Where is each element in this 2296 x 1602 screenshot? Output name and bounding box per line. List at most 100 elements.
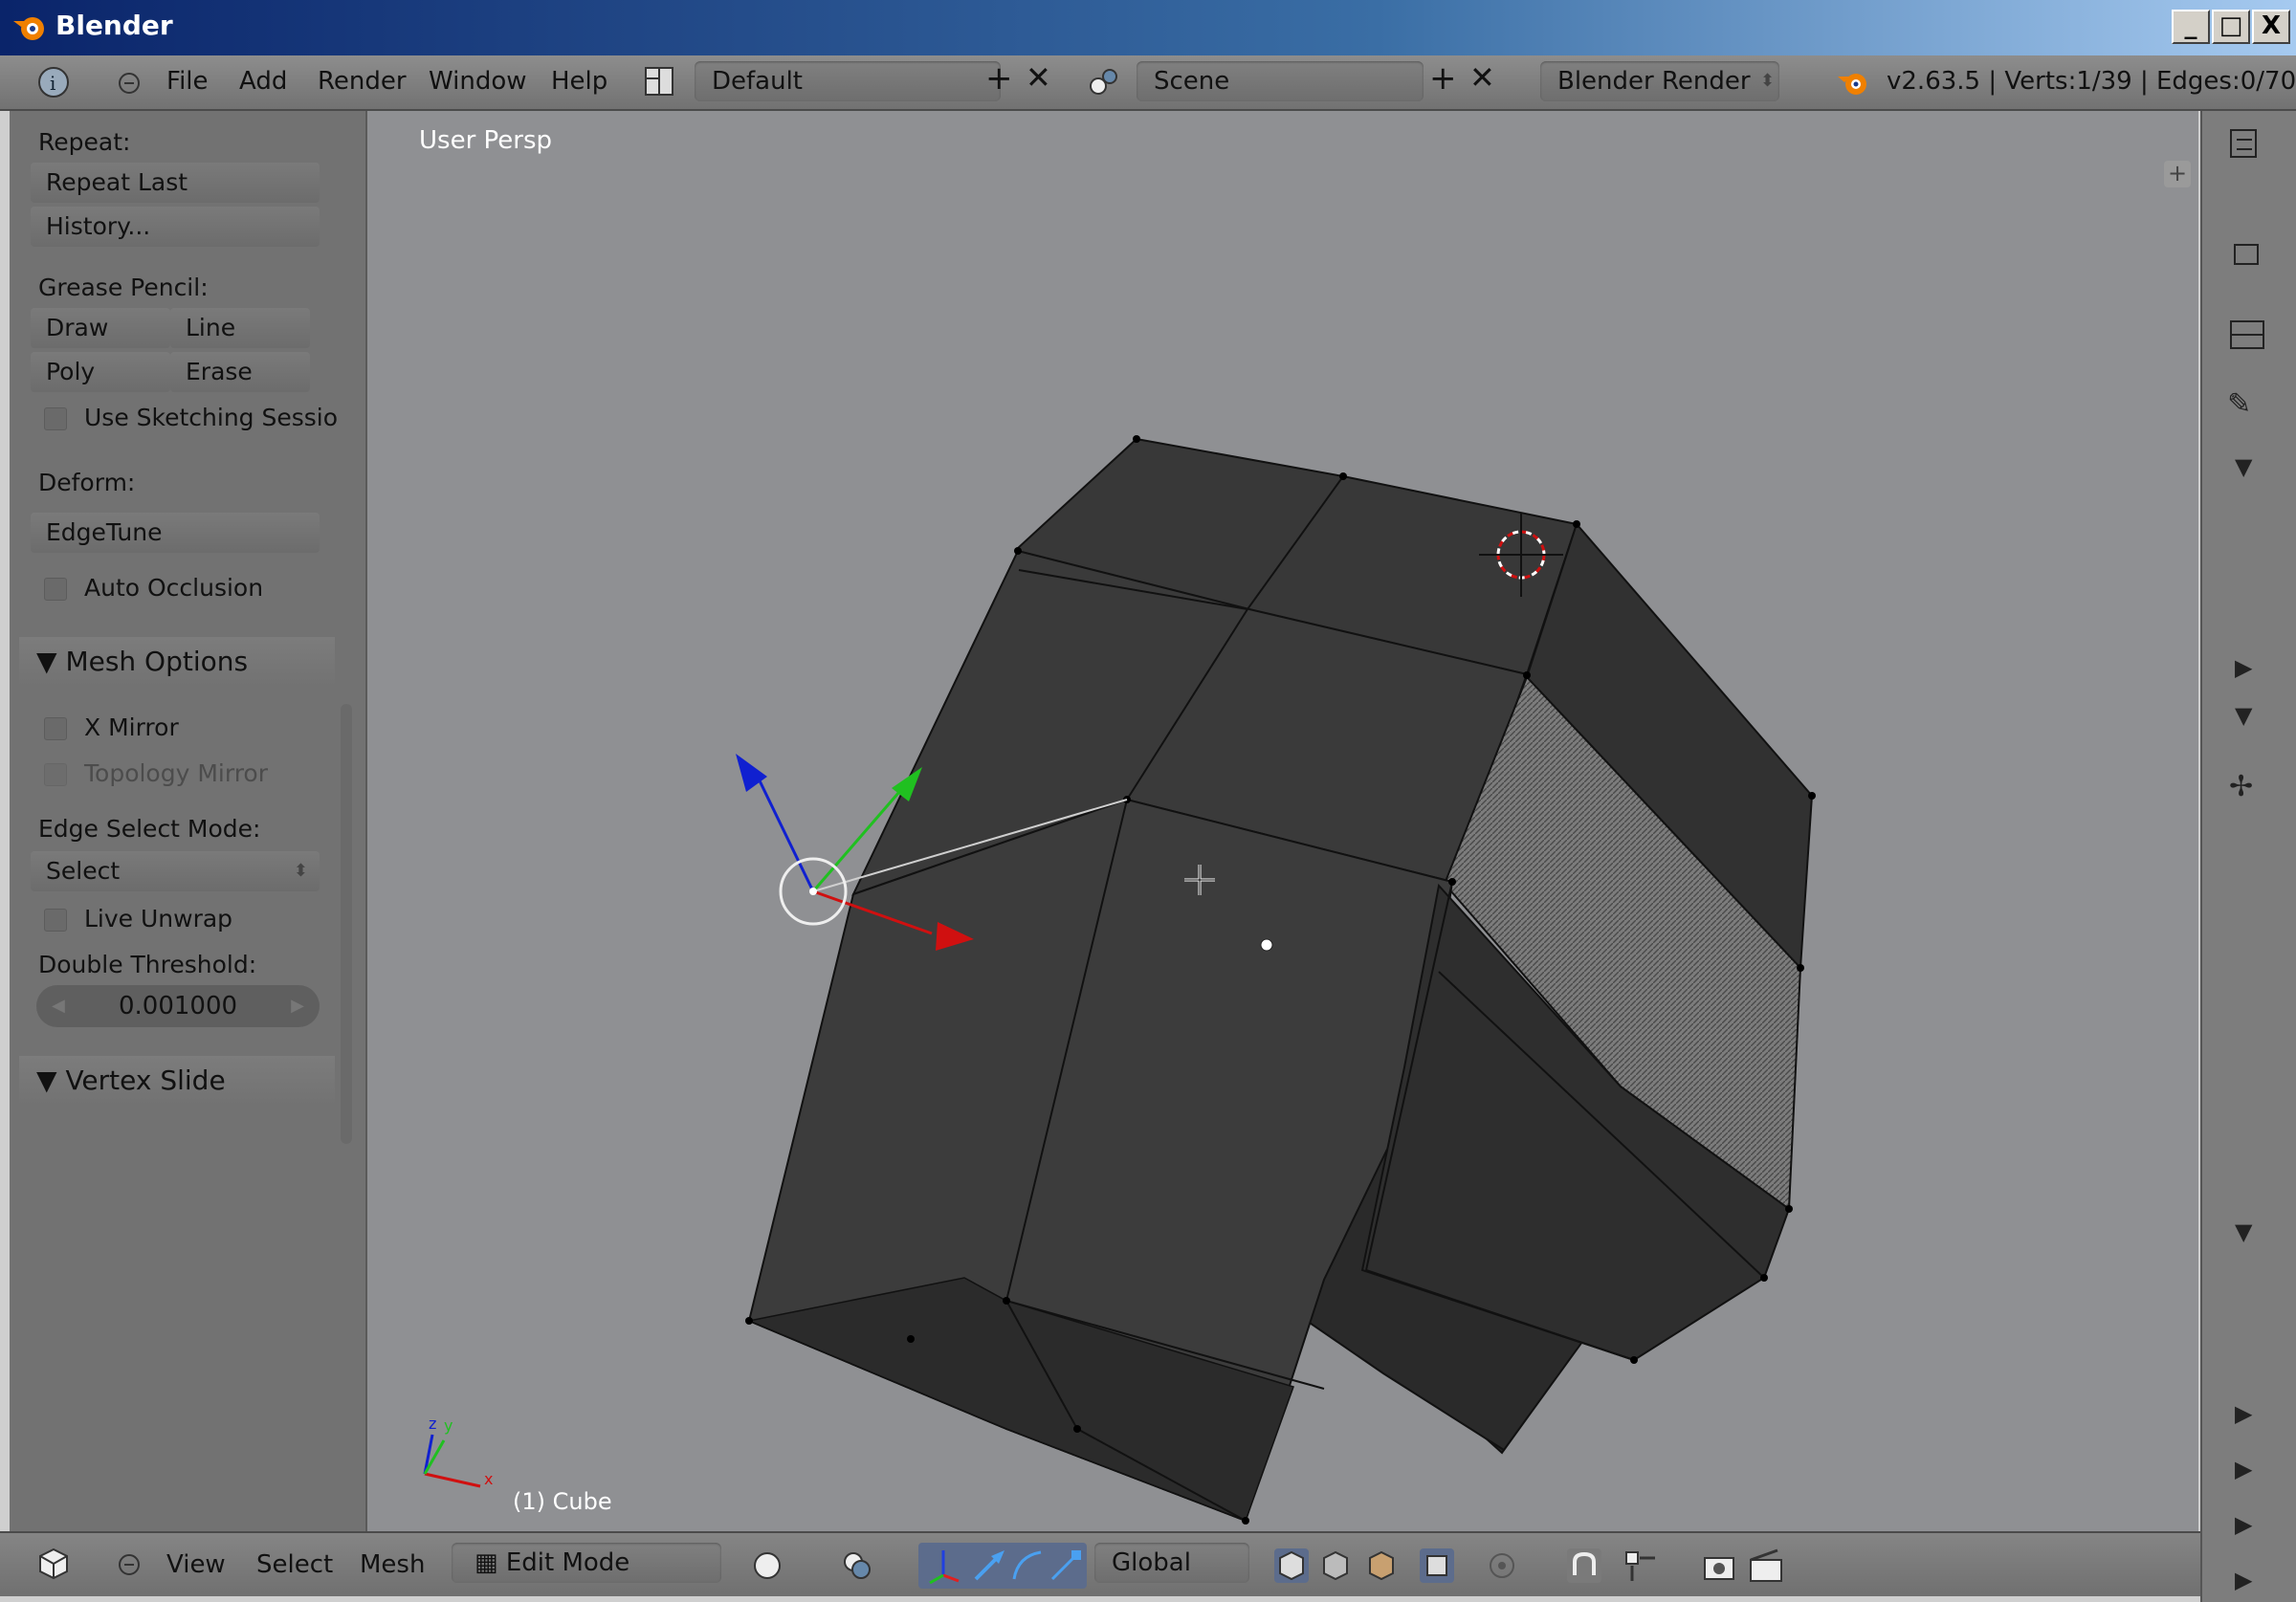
history-button[interactable]: History... — [31, 207, 320, 247]
engine-select-arrows-icon: ⬍ — [1760, 71, 1776, 91]
mesh-view[interactable]: z y x — [367, 111, 2198, 1531]
auto-occlusion-label: Auto Occlusion — [84, 574, 264, 602]
expand-right-icon[interactable]: ▶ — [2235, 1400, 2253, 1427]
maximize-button[interactable]: □ — [2212, 10, 2250, 44]
expand-down-icon[interactable]: ▼ — [2235, 453, 2253, 480]
close-button[interactable]: X — [2252, 10, 2290, 44]
move-icon[interactable]: ✢ — [2229, 770, 2253, 803]
outliner-icon[interactable] — [2230, 129, 2257, 158]
expand-down-icon[interactable]: ▼ — [2235, 1218, 2253, 1245]
edgetune-button[interactable]: EdgeTune — [31, 513, 320, 553]
snap-element-icon[interactable] — [1621, 1547, 1659, 1585]
limit-selection-visible-icon[interactable] — [1418, 1547, 1456, 1585]
use-sketching-label: Use Sketching Sessio — [84, 404, 339, 431]
edge-select-mode-dropdown[interactable]: Select ⬍ — [31, 851, 320, 891]
use-sketching-checkbox[interactable] — [44, 407, 67, 430]
auto-occlusion-checkbox[interactable] — [44, 578, 67, 601]
double-threshold-label: Double Threshold: — [38, 951, 257, 978]
double-threshold-field[interactable]: ◀ 0.001000 ▶ — [36, 985, 320, 1027]
blender-logo-icon — [13, 17, 44, 40]
render-animation-icon[interactable] — [1747, 1547, 1785, 1585]
add-scene-icon[interactable]: + — [1429, 59, 1457, 98]
remove-screen-icon[interactable]: ✕ — [1026, 59, 1051, 96]
tool-shelf: Repeat: Repeat Last History... Grease Pe… — [10, 111, 367, 1531]
menu-render[interactable]: Render — [318, 67, 407, 96]
expand-right-icon[interactable]: ▶ — [2235, 1456, 2253, 1482]
render-still-icon[interactable] — [1701, 1547, 1739, 1585]
expand-down-icon[interactable]: ▼ — [2235, 702, 2253, 729]
expand-right-icon[interactable]: ▶ — [2235, 1567, 2253, 1593]
repeat-last-button[interactable]: Repeat Last — [31, 163, 320, 203]
poly-button[interactable]: Poly — [31, 352, 170, 392]
svg-text:i: i — [50, 72, 55, 95]
pin-icon[interactable]: ✎ — [2227, 387, 2251, 421]
3d-viewport[interactable]: User Persp z y x (1) Cube + — [367, 111, 2198, 1531]
mesh-options-title: Mesh Options — [65, 646, 249, 677]
menu-window[interactable]: Window — [429, 67, 527, 96]
translate-manipulator-icon[interactable] — [970, 1547, 1008, 1585]
scene-stats: v2.63.5 | Verts:1/39 | Edges:0/70 | F — [1887, 67, 2296, 96]
editor-type-3d-view-icon[interactable] — [36, 1547, 71, 1581]
blender-version-icon — [1838, 74, 1866, 95]
menu-help[interactable]: Help — [551, 67, 607, 96]
transform-orientation-select[interactable]: Global — [1094, 1543, 1249, 1583]
manipulator-toggle-icon[interactable] — [924, 1547, 962, 1585]
proportional-editing-icon[interactable] — [1487, 1550, 1517, 1581]
properties-toggle-icon[interactable]: + — [2164, 161, 2191, 187]
pivot-point-icon[interactable] — [840, 1548, 874, 1583]
transform-orientation-value: Global — [1112, 1548, 1191, 1577]
menu-add[interactable]: Add — [239, 67, 287, 96]
camera-icon[interactable] — [2234, 244, 2259, 265]
deform-label: Deform: — [38, 469, 136, 496]
snap-toggle-icon[interactable] — [1565, 1547, 1603, 1585]
screen-layout-field[interactable]: Default — [695, 61, 1001, 101]
x-mirror-label: X Mirror — [84, 713, 179, 741]
render-engine-select[interactable]: Blender Render — [1540, 61, 1779, 101]
line-button[interactable]: Line — [170, 308, 310, 348]
active-object-label: (1) Cube — [513, 1488, 612, 1515]
menu-mesh[interactable]: Mesh — [360, 1550, 425, 1579]
vertex-slide-panel-header[interactable]: ▼ Vertex Slide — [19, 1056, 335, 1106]
collapse-menu-icon[interactable] — [117, 71, 142, 96]
axis-label-x: x — [484, 1470, 493, 1488]
collapse-menu-icon[interactable] — [117, 1552, 142, 1577]
menu-view[interactable]: View — [166, 1550, 226, 1579]
menu-file[interactable]: File — [166, 67, 209, 96]
tool-shelf-scrollbar[interactable] — [341, 704, 352, 1144]
vertex-select-mode-icon[interactable] — [1272, 1547, 1311, 1585]
face-select-mode-icon[interactable] — [1362, 1547, 1401, 1585]
z-axis-handle[interactable] — [753, 770, 815, 892]
triangle-down-icon: ▼ — [36, 1064, 66, 1096]
screen-layout-icon[interactable] — [643, 65, 675, 98]
scene-icon[interactable] — [1087, 65, 1121, 99]
scale-manipulator-icon[interactable] — [1047, 1547, 1085, 1585]
axis-label-z: z — [429, 1415, 436, 1433]
topology-mirror-checkbox[interactable] — [44, 763, 67, 786]
expand-right-icon[interactable]: ▶ — [2235, 654, 2253, 681]
menu-select[interactable]: Select — [256, 1550, 333, 1579]
increment-arrow-icon[interactable]: ▶ — [291, 985, 304, 1027]
rotate-manipulator-icon[interactable] — [1008, 1547, 1047, 1585]
mini-axes-widget: z y x — [423, 1415, 493, 1488]
info-editor-icon[interactable]: i — [36, 65, 71, 99]
mode-select-value: Edit Mode — [505, 1548, 630, 1577]
expand-right-icon[interactable]: ▶ — [2235, 1511, 2253, 1538]
erase-button[interactable]: Erase — [170, 352, 310, 392]
edge-select-mode-label: Edge Select Mode: — [38, 815, 261, 843]
decrement-arrow-icon[interactable]: ◀ — [52, 985, 65, 1027]
add-screen-icon[interactable]: + — [985, 59, 1013, 98]
edge-select-mode-icon[interactable] — [1316, 1547, 1355, 1585]
right-strip-icons: ✎ ▼ ▶ ▼ ✢ ▼ ▶ ▶ ▶ ▶ — [2227, 129, 2264, 1593]
minimize-button[interactable]: _ — [2172, 10, 2210, 44]
manipulator-group — [918, 1543, 1087, 1589]
mesh-options-panel-header[interactable]: ▼ Mesh Options — [19, 637, 335, 687]
scene-field[interactable]: Scene — [1137, 61, 1424, 101]
live-unwrap-checkbox[interactable] — [44, 909, 67, 932]
window-title: Blender — [55, 10, 173, 41]
grease-pencil-label: Grease Pencil: — [38, 274, 209, 301]
mode-select[interactable]: ▦ Edit Mode — [452, 1543, 721, 1583]
draw-button[interactable]: Draw — [31, 308, 170, 348]
viewport-shading-solid-icon[interactable] — [752, 1550, 783, 1581]
x-mirror-checkbox[interactable] — [44, 717, 67, 740]
remove-scene-icon[interactable]: ✕ — [1469, 59, 1495, 96]
